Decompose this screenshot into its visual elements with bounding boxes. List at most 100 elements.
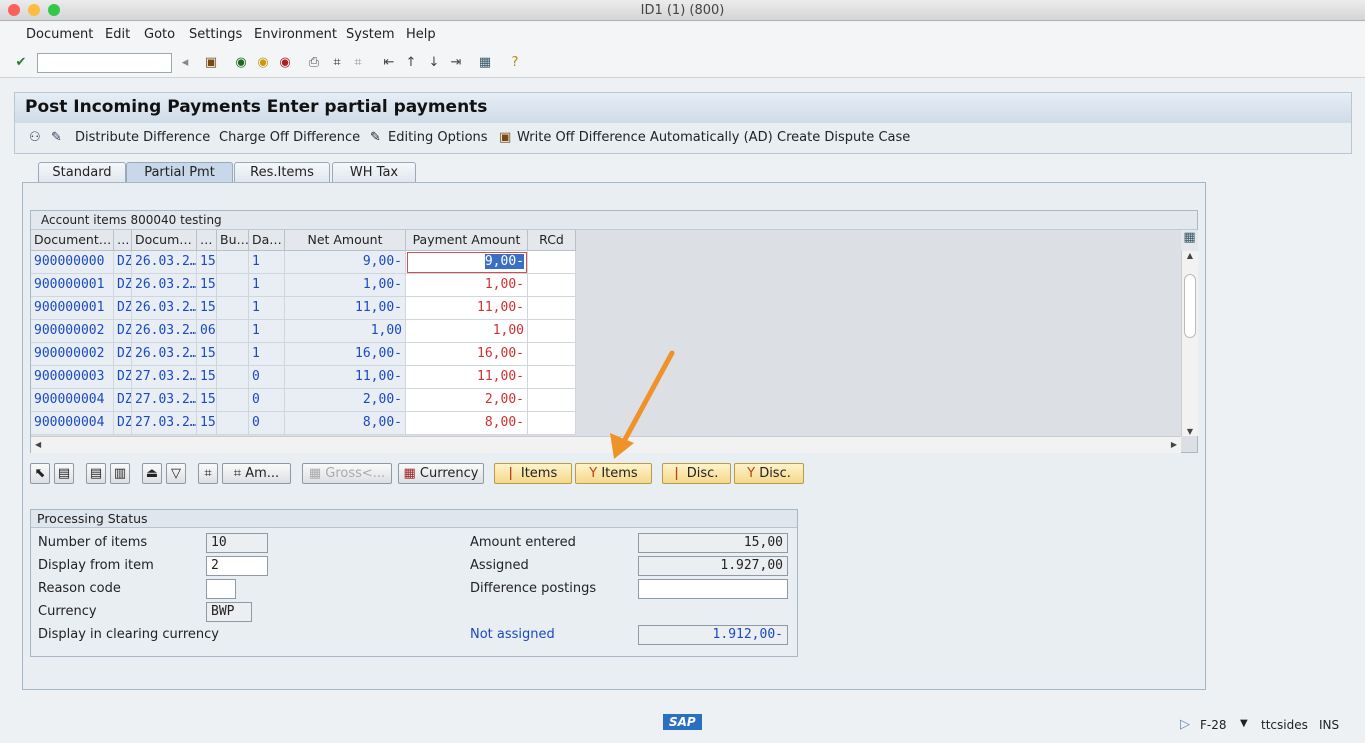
column-header[interactable]: Document… [31, 230, 114, 251]
tab-partial-pmt[interactable]: Partial Pmt [126, 162, 233, 183]
chevron-down-icon[interactable]: ▼ [1240, 718, 1248, 729]
column-header[interactable]: Net Amount [285, 230, 406, 251]
payment-amount-input[interactable]: 1,00 [406, 320, 528, 343]
standard-toolbar: ✔ ◂ ▣ ◉ ◉ ◉ ⎙ ⌗ ⌗ ⇤ ↑ ↓ ⇥ ▦ ? [0, 48, 1365, 78]
table-cell [528, 389, 576, 412]
command-field[interactable] [37, 53, 172, 73]
prev-page-icon[interactable]: ↑ [403, 55, 419, 71]
find-button[interactable]: ⌗ [198, 463, 218, 484]
table-cell: 1 [249, 297, 285, 320]
menu-system[interactable]: System [346, 27, 394, 42]
column-header[interactable]: Payment Amount [406, 230, 528, 251]
payment-amount-input[interactable]: 9,00- [406, 251, 528, 274]
distribute-difference-button[interactable]: Distribute Difference [75, 130, 210, 145]
table-cell [217, 320, 249, 343]
table-cell [217, 297, 249, 320]
close-window-button[interactable] [8, 4, 20, 16]
table-cell: 1 [249, 320, 285, 343]
find-icon[interactable]: ⌗ [329, 55, 345, 71]
details-button[interactable]: ▤ [54, 463, 74, 484]
zoom-window-button[interactable] [48, 4, 60, 16]
activate-disc-button[interactable]: ǀ Disc. [662, 463, 731, 484]
column-header[interactable]: RCd [528, 230, 576, 251]
insert-mode[interactable]: INS [1319, 718, 1339, 732]
layout-config-icon[interactable]: ▦ [1181, 230, 1198, 251]
display-clearing-currency-label[interactable]: Display in clearing currency [38, 627, 219, 642]
enter-icon[interactable]: ✔ [13, 55, 29, 71]
payment-amount-input[interactable]: 16,00- [406, 343, 528, 366]
scrollbar-thumb[interactable] [1184, 274, 1196, 338]
page-title: Post Incoming Payments Enter partial pay… [15, 93, 1351, 123]
write-off-difference-button[interactable]: Write Off Difference Automatically (AD) [517, 130, 773, 145]
tab-standard[interactable]: Standard [38, 162, 126, 183]
table-cell [528, 251, 576, 274]
payment-amount-input[interactable]: 11,00- [406, 297, 528, 320]
payment-amount-input[interactable]: 1,00- [406, 274, 528, 297]
activate-items-button[interactable]: ǀ Items [494, 463, 572, 484]
table-cell: 15 [197, 251, 217, 274]
table-cell: 26.03.2… [132, 274, 197, 297]
select-cursor-button[interactable]: ⬉ [30, 463, 50, 484]
filter-button[interactable]: ▽ [166, 463, 186, 484]
column-header[interactable]: Bu… [217, 230, 249, 251]
tab-wh-tax[interactable]: WH Tax [332, 162, 416, 183]
person-icon[interactable]: ⚇ [29, 130, 41, 145]
charge-off-difference-button[interactable]: Charge Off Difference [219, 130, 360, 145]
edit-icon[interactable]: ✎ [51, 130, 62, 145]
display-from-item-input[interactable]: 2 [206, 556, 268, 576]
reason-code-input[interactable] [206, 579, 236, 599]
sort-button[interactable]: ⏏ [142, 463, 162, 484]
selected-value: 9,00- [484, 254, 524, 269]
menu-settings[interactable]: Settings [189, 27, 242, 42]
menu-document[interactable]: Document [26, 27, 93, 42]
print-icon[interactable]: ⎙ [306, 55, 322, 71]
menu-help[interactable]: Help [406, 27, 436, 42]
collapse-arrow-icon[interactable]: ◂ [177, 55, 193, 71]
select-all-button[interactable]: ▤ [86, 463, 106, 484]
create-dispute-case-button[interactable]: Create Dispute Case [777, 130, 910, 145]
column-header[interactable]: … [197, 230, 217, 251]
table-cell: 27.03.2… [132, 412, 197, 435]
menu-environment[interactable]: Environment [254, 27, 337, 42]
currency-field: BWP [206, 602, 252, 622]
last-page-icon[interactable]: ⇥ [448, 55, 464, 71]
currency-button[interactable]: ▦ Currency [398, 463, 484, 484]
save-icon[interactable]: ▣ [203, 55, 219, 71]
editing-options-button[interactable]: Editing Options [388, 130, 488, 145]
layout-icon[interactable]: ▦ [477, 55, 493, 71]
first-page-icon[interactable]: ⇤ [381, 55, 397, 71]
table-cell: DZ [114, 320, 132, 343]
column-header[interactable]: Da… [249, 230, 285, 251]
help-icon[interactable]: ? [507, 55, 523, 71]
payment-amount-input[interactable]: 11,00- [406, 366, 528, 389]
menu-goto[interactable]: Goto [144, 27, 175, 42]
column-header[interactable]: Docum… [132, 230, 197, 251]
status-toggle-icon[interactable]: ▷ [1180, 717, 1190, 732]
table-cell: DZ [114, 366, 132, 389]
table-cell [217, 274, 249, 297]
activate-icon: ǀ [508, 466, 521, 481]
minimize-window-button[interactable] [28, 4, 40, 16]
find-amount-button[interactable]: ⌗ Am... [222, 463, 291, 484]
deactivate-disc-button[interactable]: Y Disc. [734, 463, 804, 484]
vertical-scrollbar[interactable]: ▲ ▼ [1181, 251, 1198, 436]
activate-items-label: Items [520, 466, 558, 481]
column-header[interactable]: … [114, 230, 132, 251]
deactivate-items-button[interactable]: Y Items [575, 463, 652, 484]
payment-amount-input[interactable]: 2,00- [406, 389, 528, 412]
find-amount-label: Am... [245, 466, 280, 481]
table-cell [528, 274, 576, 297]
next-page-icon[interactable]: ↓ [426, 55, 442, 71]
table-cell: 0 [249, 366, 285, 389]
deactivate-disc-label: Disc. [759, 466, 791, 481]
table-cell: DZ [114, 412, 132, 435]
menu-edit[interactable]: Edit [105, 27, 130, 42]
deselect-all-button[interactable]: ▥ [110, 463, 130, 484]
currency-label: Currency [38, 604, 97, 619]
cancel-icon[interactable]: ◉ [277, 55, 293, 71]
payment-amount-input[interactable]: 8,00- [406, 412, 528, 435]
find-next-icon[interactable]: ⌗ [350, 55, 366, 71]
exit-icon[interactable]: ◉ [255, 55, 271, 71]
back-icon[interactable]: ◉ [233, 55, 249, 71]
tab-res-items[interactable]: Res.Items [234, 162, 330, 183]
